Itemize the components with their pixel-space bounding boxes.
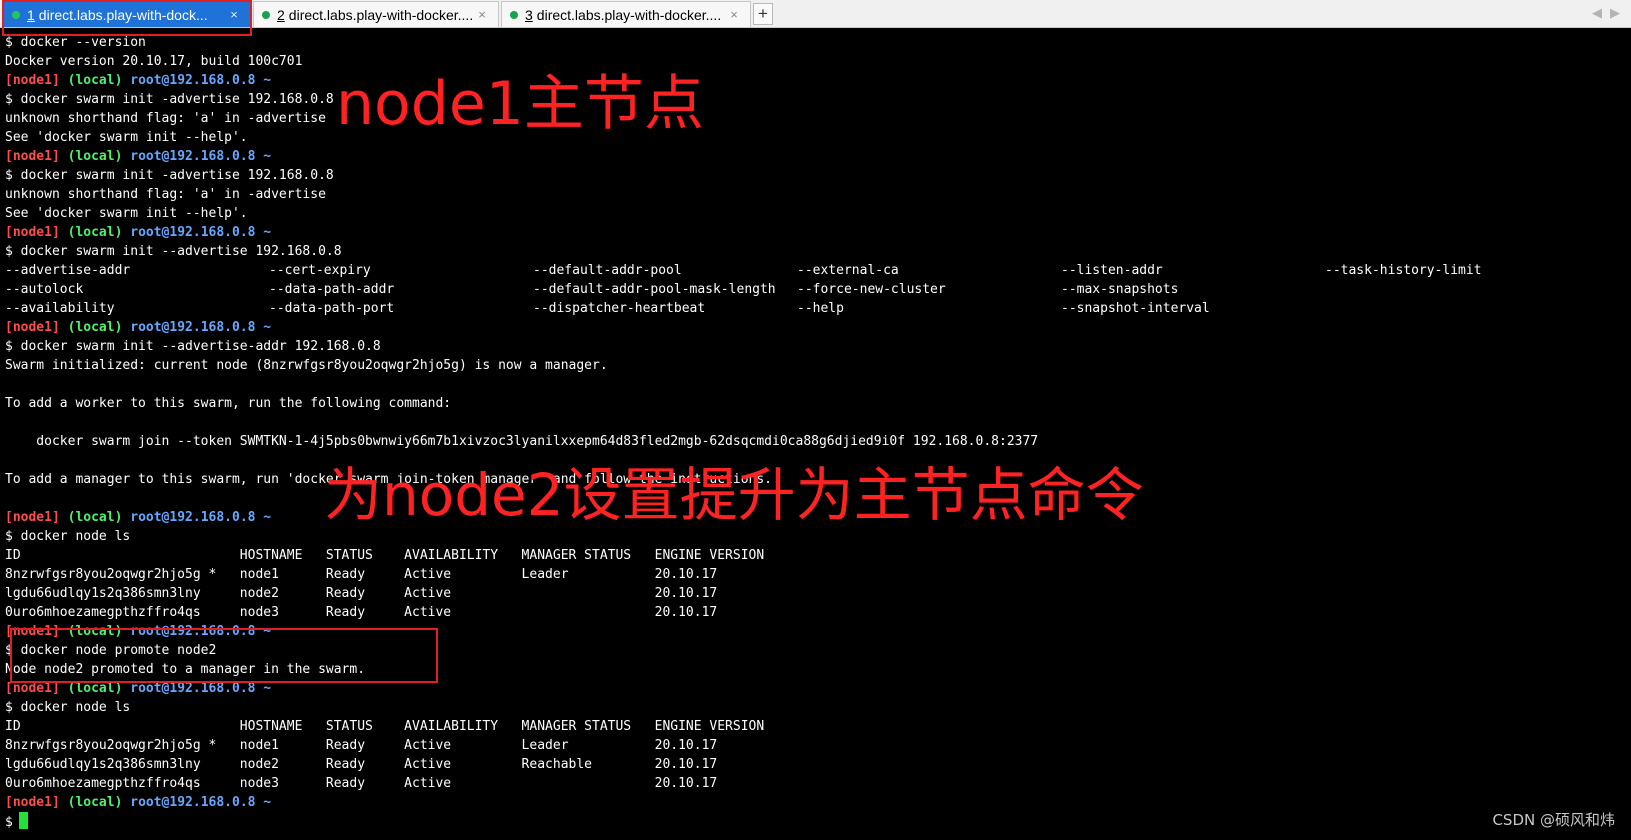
close-icon[interactable]: × — [726, 7, 742, 22]
terminal-line: $ docker swarm init --advertise 192.168.… — [5, 244, 342, 259]
terminal-line: $ docker swarm init -advertise 192.168.0… — [5, 92, 334, 107]
terminal-line: unknown shorthand flag: 'a' in -advertis… — [5, 187, 326, 202]
join-command-line: docker swarm join --token SWMTKN-1-4j5pb… — [5, 434, 1039, 449]
terminal-line: $ docker swarm init --advertise-addr 192… — [5, 339, 381, 354]
table-row: 0uro6mhoezamegpthzffro4qs node3 Ready Ac… — [5, 605, 718, 620]
terminal-line: See 'docker swarm init --help'. — [5, 130, 248, 145]
shell-prompt: [node1] (local) root@192.168.0.8 ~ — [5, 149, 272, 164]
table-row: 8nzrwfgsr8you2oqwgr2hjo5g * node1 Ready … — [5, 567, 718, 582]
terminal-line: $ docker --version — [5, 35, 146, 50]
tab-session-3[interactable]: 3 direct.labs.play-with-docker.... × — [501, 1, 751, 27]
table-header: ID HOSTNAME STATUS AVAILABILITY MANAGER … — [5, 548, 765, 563]
terminal-line: To add a worker to this swarm, run the f… — [5, 396, 452, 411]
terminal-line: unknown shorthand flag: 'a' in -advertis… — [5, 111, 326, 126]
completion-row: --availability --data-path-port --dispatch… — [5, 301, 1210, 316]
scroll-tabs-right-icon[interactable]: ▶ — [1610, 5, 1620, 21]
scroll-tabs-left-icon[interactable]: ◀ — [1592, 5, 1602, 21]
status-dot-icon — [510, 10, 518, 19]
terminal-line: See 'docker swarm init --help'. — [5, 206, 248, 221]
table-row: 0uro6mhoezamegpthzffro4qs node3 Ready Ac… — [5, 776, 718, 791]
terminal-line: Swarm initialized: current node (8nzrwfg… — [5, 358, 608, 373]
watermark: CSDN @硕风和炜 — [1492, 811, 1615, 829]
input-line[interactable]: $ — [5, 812, 1625, 831]
promote-command-highlight-box — [10, 628, 438, 683]
annotation-node1-primary: node1主节点 — [336, 69, 704, 139]
active-tab-highlight-box — [2, 0, 252, 36]
tab-session-2[interactable]: 2 direct.labs.play-with-docker.... × — [253, 1, 499, 27]
terminal-output[interactable]: $ docker --version Docker version 20.10.… — [5, 33, 1625, 831]
tab-label: 2 direct.labs.play-with-docker.... — [277, 6, 474, 23]
add-tab-button[interactable]: + — [753, 3, 773, 25]
shell-prompt: [node1] (local) root@192.168.0.8 ~ — [5, 795, 272, 810]
shell-prompt: [node1] (local) root@192.168.0.8 ~ — [5, 320, 272, 335]
terminal-line: $ docker swarm init -advertise 192.168.0… — [5, 168, 334, 183]
terminal-line: $ docker node ls — [5, 700, 131, 715]
shell-prompt: [node1] (local) root@192.168.0.8 ~ — [5, 73, 272, 88]
status-dot-icon — [262, 10, 270, 19]
completion-row: --advertise-addr --cert-expiry --default-a… — [5, 263, 1482, 278]
table-header: ID HOSTNAME STATUS AVAILABILITY MANAGER … — [5, 719, 765, 734]
table-row: lgdu66udlqy1s2q386smn3lny node2 Ready Ac… — [5, 586, 718, 601]
cursor — [18, 812, 28, 829]
completion-row: --autolock --data-path-addr --default-addr… — [5, 282, 1179, 297]
shell-prompt: [node1] (local) root@192.168.0.8 ~ — [5, 225, 272, 240]
tab-label: 3 direct.labs.play-with-docker.... — [525, 6, 722, 23]
annotation-promote-node2: 为node2设置提升为主节点命令 — [324, 461, 1144, 529]
table-row: lgdu66udlqy1s2q386smn3lny node2 Ready Ac… — [5, 757, 718, 772]
table-row: 8nzrwfgsr8you2oqwgr2hjo5g * node1 Ready … — [5, 738, 718, 753]
close-icon[interactable]: × — [474, 7, 490, 22]
terminal-line: Docker version 20.10.17, build 100c701 — [5, 54, 303, 69]
